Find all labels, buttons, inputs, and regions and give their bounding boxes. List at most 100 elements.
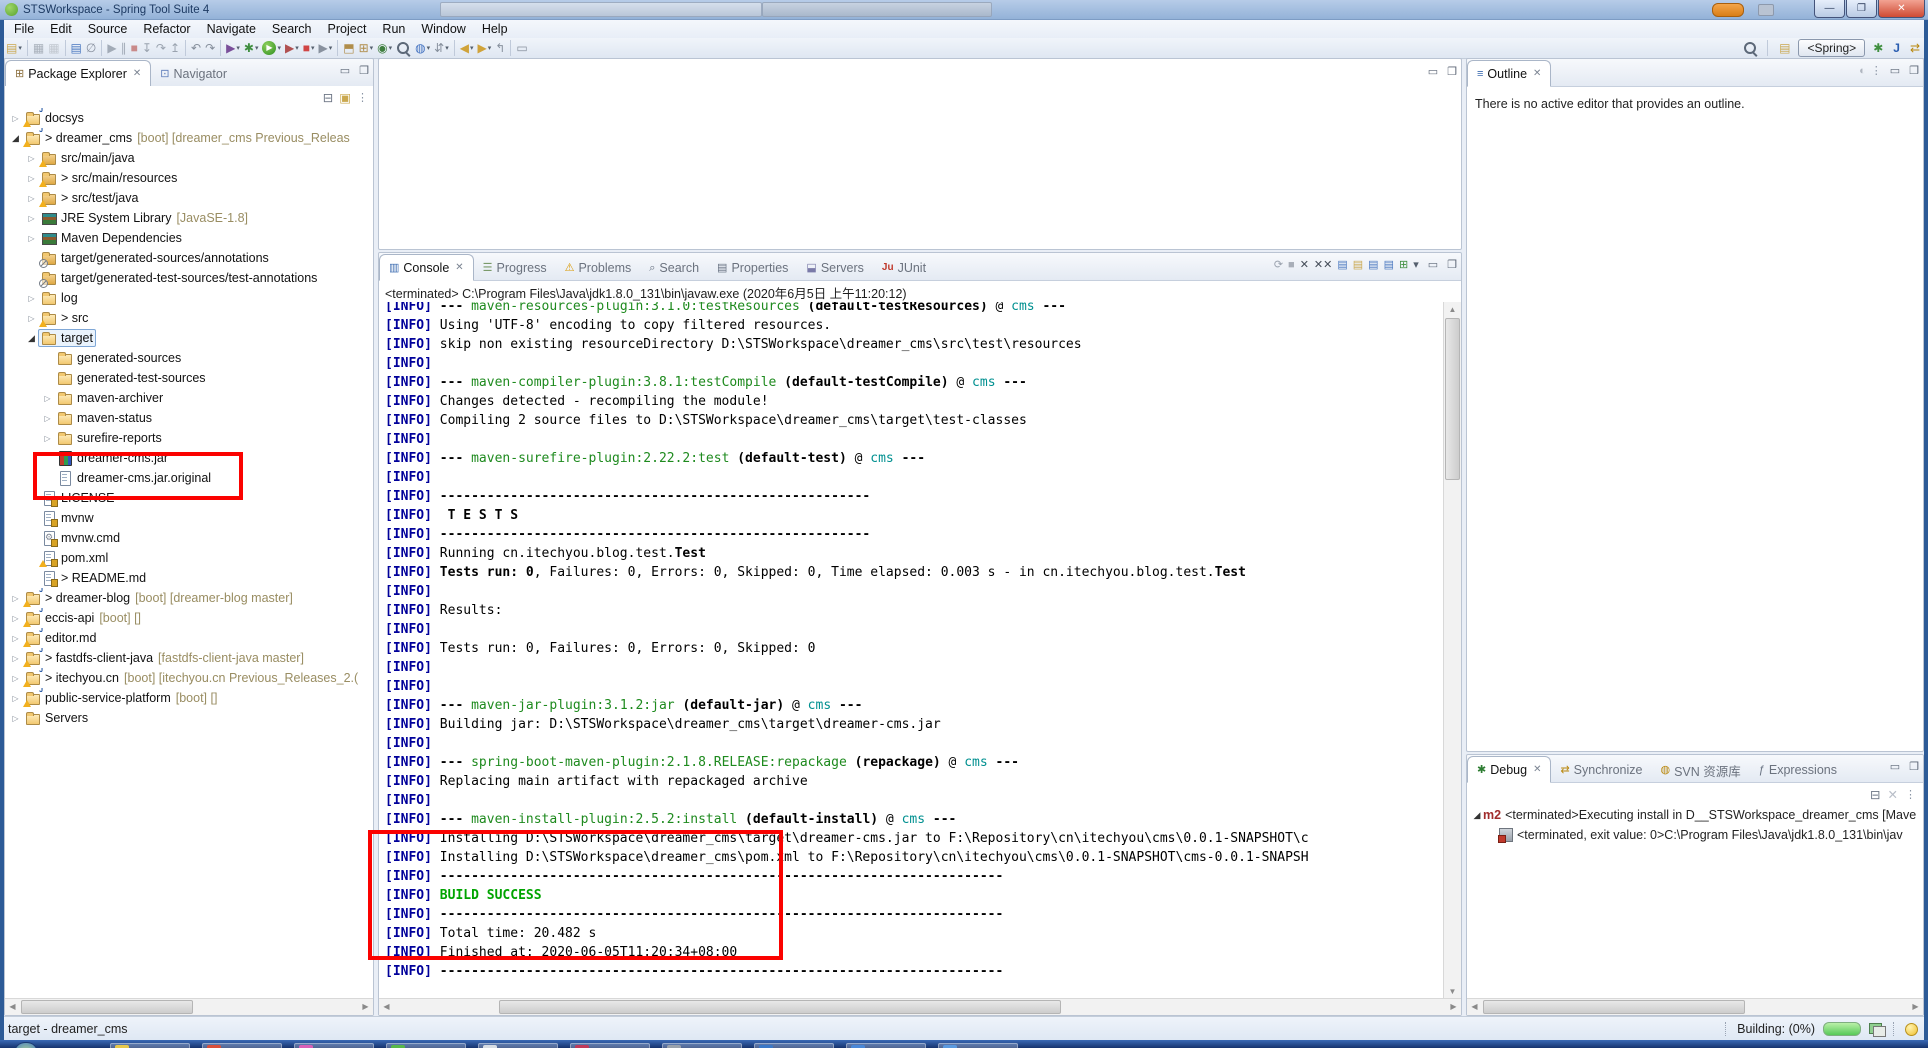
menu-help[interactable]: Help xyxy=(474,21,516,37)
taskbar-button[interactable] xyxy=(386,1043,466,1048)
start-orb[interactable] xyxy=(14,1042,38,1048)
close-icon[interactable]: ✕ xyxy=(133,68,141,79)
tree-item-box[interactable]: dreamer-cms.jar xyxy=(54,449,171,467)
collapse-all-icon[interactable]: ⊟ xyxy=(323,90,333,105)
tree-item-box[interactable]: log xyxy=(38,289,81,307)
tab-package-explorer[interactable]: ⊞ Package Explorer ✕ xyxy=(5,60,151,87)
debug-icon[interactable]: ✱▾ xyxy=(242,39,261,57)
tree-item-box[interactable]: Servers xyxy=(22,709,91,727)
menu-navigate[interactable]: Navigate xyxy=(199,21,264,37)
dropdown-arrow-icon[interactable]: ▾ xyxy=(295,44,299,52)
save-all-icon[interactable]: ▦ xyxy=(46,39,61,57)
tree-item-target-generated-sources-annotations[interactable]: target/generated-sources/annotations xyxy=(5,248,373,268)
tree-item-dreamer-cms-jar[interactable]: dreamer-cms.jar xyxy=(5,448,373,468)
console-hscrollbar[interactable]: ◀ ▶ xyxy=(379,998,1461,1015)
tree-item-itechyou-cn[interactable]: ▷J> itechyou.cn[boot] [itechyou.cn Previ… xyxy=(5,668,373,688)
forward-icon[interactable]: ▶▾ xyxy=(476,39,494,57)
terminate-icon[interactable]: ■ xyxy=(129,39,140,57)
tree-item-box[interactable]: maven-archiver xyxy=(54,389,166,407)
view-menu-icon[interactable]: ⋮ xyxy=(1871,64,1881,77)
collapse-arrow-icon[interactable]: ◢ xyxy=(1471,810,1483,821)
minimize-view-icon[interactable]: ▭ xyxy=(1890,64,1900,77)
taskbar-button[interactable] xyxy=(478,1043,558,1048)
menu-file[interactable]: File xyxy=(6,21,42,37)
step-over-icon[interactable]: ↷ xyxy=(154,39,168,57)
editor-area[interactable]: ▭ ❐ xyxy=(378,58,1462,250)
menu-source[interactable]: Source xyxy=(80,21,136,37)
tree-item-box[interactable]: Jeccis-api[boot] [] xyxy=(22,609,144,627)
tree-item-box[interactable]: Jdocsys xyxy=(22,109,87,127)
team-sync-perspective-icon[interactable]: ⇄ xyxy=(1908,39,1922,57)
tree-item-box[interactable]: > src/main/resources xyxy=(38,169,180,187)
menu-window[interactable]: Window xyxy=(413,21,473,37)
tree-item-box[interactable]: J> dreamer_cms[boot] [dreamer_cms Previo… xyxy=(22,129,353,147)
minimize-view-icon[interactable]: ▭ xyxy=(1428,258,1438,271)
debug-item[interactable]: <terminated, exit value: 0>C:\Program Fi… xyxy=(1467,825,1923,845)
tree-item-box[interactable]: Maven Dependencies xyxy=(38,229,185,247)
dropdown-arrow-icon[interactable]: ▾ xyxy=(236,44,240,52)
expand-arrow-icon[interactable]: ▷ xyxy=(9,594,22,603)
word-wrap-icon[interactable]: ▤ xyxy=(1368,258,1378,271)
tree-item-mvnw-cmd[interactable]: mvnw.cmd xyxy=(5,528,373,548)
tree-item-box[interactable]: LICENSE xyxy=(38,489,118,507)
resume-icon[interactable]: ▶ xyxy=(105,39,118,57)
expand-arrow-icon[interactable]: ▷ xyxy=(9,114,22,123)
tree-item-box[interactable]: J> itechyou.cn[boot] [itechyou.cn Previo… xyxy=(22,669,361,687)
clear-console-icon[interactable]: ▤ xyxy=(1337,258,1347,271)
profile-icon[interactable]: ▶▾ xyxy=(283,39,301,57)
tree-item-docsys[interactable]: ▷Jdocsys xyxy=(5,108,373,128)
tab-navigator[interactable]: ⊡ Navigator xyxy=(151,62,236,86)
relaunch-icon[interactable]: ⟳ xyxy=(1274,258,1283,271)
tree-item-fastdfs-client-java[interactable]: ▷J> fastdfs-client-java[fastdfs-client-j… xyxy=(5,648,373,668)
sort-icon[interactable]: ◐ xyxy=(1859,65,1866,77)
tree-item-box[interactable]: J> fastdfs-client-java[fastdfs-client-ja… xyxy=(22,649,307,667)
tree-item-box[interactable]: target/generated-sources/annotations xyxy=(38,249,272,267)
expand-arrow-icon[interactable]: ▷ xyxy=(25,214,38,223)
remove-launch-icon[interactable]: ✕ xyxy=(1300,258,1309,271)
taskbar-button[interactable] xyxy=(570,1043,650,1048)
search-icon[interactable] xyxy=(1743,41,1758,56)
tree-item-box[interactable]: maven-status xyxy=(54,409,155,427)
maximize-button[interactable]: ❐ xyxy=(1846,0,1877,18)
remove-terminated-icon[interactable]: ✕ xyxy=(1888,787,1898,802)
tree-item-license[interactable]: LICENSE xyxy=(5,488,373,508)
save-icon[interactable]: ▦ xyxy=(31,39,46,57)
tab-console[interactable]: ▥Console✕ xyxy=(379,254,474,281)
expand-arrow-icon[interactable]: ▷ xyxy=(41,434,54,443)
debug-perspective-icon[interactable]: ✱ xyxy=(1871,39,1885,57)
notification-bulb-icon[interactable] xyxy=(1905,1023,1918,1036)
scroll-lock-icon[interactable]: ▤ xyxy=(1353,258,1363,271)
java-perspective-icon[interactable]: J xyxy=(1891,39,1902,57)
menu-edit[interactable]: Edit xyxy=(42,21,80,37)
last-edit-icon[interactable]: ↰ xyxy=(493,39,507,57)
coverage-icon[interactable]: ▶▾ xyxy=(224,39,242,57)
tree-item-generated-test-sources[interactable]: generated-test-sources xyxy=(5,368,373,388)
tab-search[interactable]: ⌕Search xyxy=(640,256,708,280)
tree-item-box[interactable]: > README.md xyxy=(38,569,149,587)
tree-item-box[interactable]: Jpublic-service-platform[boot] [] xyxy=(22,689,220,707)
tab-junit[interactable]: JuJUnit xyxy=(873,256,935,280)
collapse-arrow-icon[interactable]: ◢ xyxy=(25,333,38,344)
console-dropdown-icon[interactable]: ▾ xyxy=(1413,258,1419,271)
dropdown-arrow-icon[interactable]: ▾ xyxy=(18,44,22,52)
tree-item-editor-md[interactable]: ▷Jeditor.md xyxy=(5,628,373,648)
close-button[interactable]: ✕ xyxy=(1878,0,1925,18)
menu-run[interactable]: Run xyxy=(374,21,413,37)
console-vscrollbar[interactable]: ▲ ▼ xyxy=(1443,302,1461,999)
tree-item-mvnw[interactable]: mvnw xyxy=(5,508,373,528)
tree-item-src-main-resources[interactable]: ▷> src/main/resources xyxy=(5,168,373,188)
tree-item-box[interactable]: mvnw xyxy=(38,509,97,527)
form-editor-icon[interactable]: ▤ xyxy=(69,39,84,57)
dropdown-arrow-icon[interactable]: ▾ xyxy=(311,44,315,52)
maximize-view-icon[interactable]: ❐ xyxy=(359,64,369,77)
tab-problems[interactable]: ⚠Problems xyxy=(556,256,641,280)
tree-item-box[interactable]: J> dreamer-blog[boot] [dreamer-blog mast… xyxy=(22,589,296,607)
expand-arrow-icon[interactable]: ▷ xyxy=(25,234,38,243)
menu-project[interactable]: Project xyxy=(320,21,375,37)
step-into-icon[interactable]: ↧ xyxy=(140,39,154,57)
tree-item-box[interactable]: surefire-reports xyxy=(54,429,165,447)
maximize-view-icon[interactable]: ❐ xyxy=(1447,258,1457,271)
collapse-all-icon[interactable]: ⊟ xyxy=(1870,787,1880,802)
step-return-icon[interactable]: ↥ xyxy=(168,39,182,57)
expand-arrow-icon[interactable]: ▷ xyxy=(9,614,22,623)
